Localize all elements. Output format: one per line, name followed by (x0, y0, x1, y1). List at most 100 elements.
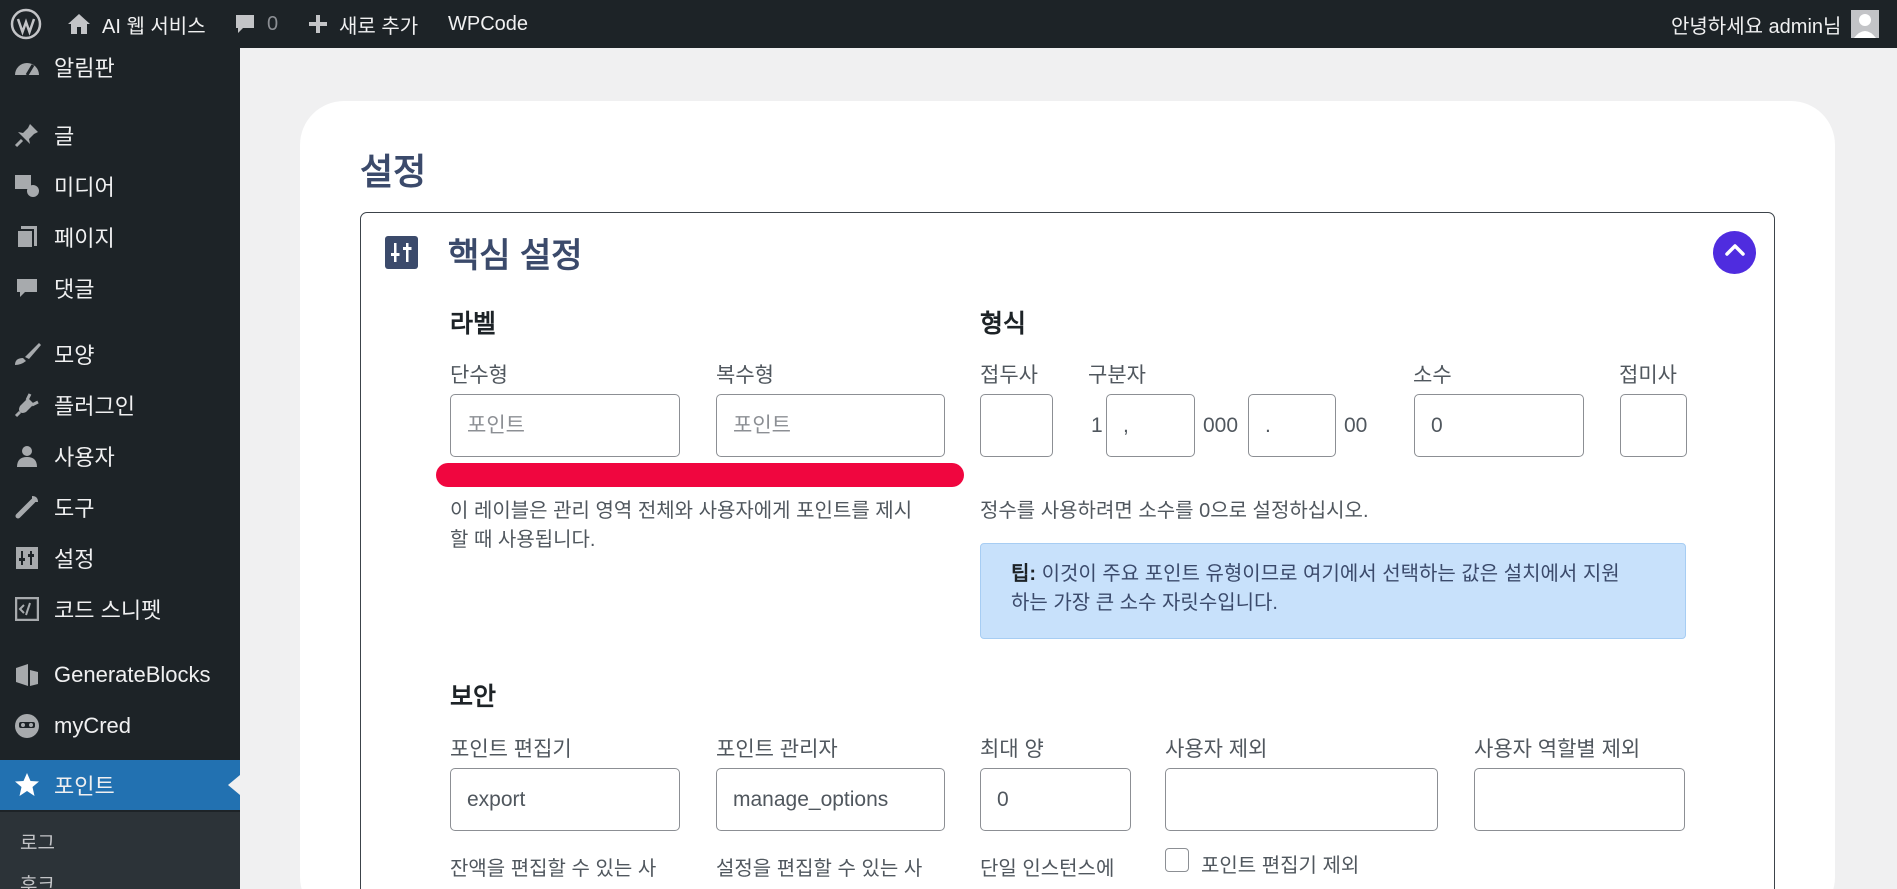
sidebar-item-label: 설정 (54, 547, 95, 572)
sidebar-item-points[interactable]: 포인트 (0, 760, 240, 810)
sidebar-item-label: 플러그인 (54, 394, 135, 419)
pages-icon (13, 224, 41, 250)
section-title: 핵심 설정 (448, 237, 583, 275)
sidebar-item-mycred[interactable]: myCred (0, 701, 240, 751)
labels-description-line1: 이 레이블은 관리 영역 전체와 사용자에게 포인트를 제시 (450, 500, 913, 522)
sidebar-item-label: 포인트 (54, 774, 115, 799)
thousands-separator-input[interactable] (1106, 394, 1195, 457)
new-content-label: 새로 추가 (339, 15, 419, 38)
tip-box: 팁: 이것이 주요 포인트 유형이므로 여기에서 선택하는 값은 설치에서 지원… (980, 543, 1686, 639)
user-icon (13, 443, 41, 469)
decimals-hint: 정수를 사용하려면 소수를 0으로 설정하십시오. (980, 500, 1369, 522)
site-name-link[interactable]: AI 웹 서비스 (66, 0, 206, 48)
sidebar-item-code-snippets[interactable]: 코드 스니펫 (0, 584, 240, 634)
sidebar-item-label: 페이지 (54, 226, 115, 251)
sidebar-item-label: 알림판 (54, 56, 115, 81)
comment-icon (233, 13, 257, 35)
points-submenu: 로그 후크 (0, 812, 240, 889)
red-highlight-mark (436, 463, 964, 487)
sidebar-item-tools[interactable]: 도구 (0, 482, 240, 532)
wpcode-link[interactable]: WPCode (448, 0, 528, 48)
sidebar-item-comments[interactable]: 댓글 (0, 263, 240, 313)
mycred-icon (13, 713, 41, 739)
account-menu[interactable]: 안녕하세요 admin님 (1671, 0, 1880, 48)
format-preview-decimals: 00 (1344, 414, 1368, 437)
format-preview-one: 1 (1091, 414, 1103, 437)
avatar (1851, 10, 1880, 38)
dashboard-icon (13, 54, 41, 80)
max-amount-label: 최대 양 (980, 738, 1044, 761)
sidebar-item-label: myCred (54, 713, 132, 738)
sidebar-item-label: 미디어 (54, 175, 115, 200)
suffix-input[interactable] (1620, 394, 1687, 457)
star-icon (13, 772, 41, 798)
point-admin-label: 포인트 관리자 (716, 738, 838, 761)
sidebar-item-posts[interactable]: 글 (0, 110, 240, 160)
sidebar-item-generateblocks[interactable]: GenerateBlocks (0, 650, 240, 700)
labels-description-line2: 할 때 사용됩니다. (450, 529, 596, 551)
page-title: 설정 (360, 151, 427, 192)
collapse-button[interactable] (1713, 231, 1756, 274)
sidebar-item-media[interactable]: 미디어 (0, 161, 240, 211)
format-preview-thousand: 000 (1203, 414, 1239, 437)
comment-icon (13, 275, 41, 301)
singular-input[interactable] (450, 394, 680, 457)
point-editor-input[interactable] (450, 768, 680, 831)
decimal-separator-input[interactable] (1248, 394, 1336, 457)
sidebar-item-label: 글 (54, 124, 75, 149)
sidebar-item-pages[interactable]: 페이지 (0, 212, 240, 262)
new-content-link[interactable]: 새로 추가 (307, 0, 418, 48)
tip-text-line2: 하는 가장 큰 소수 자릿수입니다. (1011, 592, 1278, 614)
settings-icon (13, 545, 41, 571)
wordpress-logo-icon[interactable] (10, 0, 42, 48)
greeting-text: 안녕하세요 admin님 (1671, 15, 1842, 38)
labels-heading: 라벨 (450, 310, 497, 338)
plugin-icon (13, 392, 41, 418)
admin-bar: AI 웹 서비스 0 새로 추가 WPCode 안녕하세요 admin님 (0, 0, 1897, 48)
sidebar-item-label: 도구 (54, 496, 95, 521)
media-icon (13, 173, 41, 199)
site-name: AI 웹 서비스 (102, 15, 206, 38)
point-admin-input[interactable] (716, 768, 945, 831)
exclude-editor-checkbox[interactable] (1165, 848, 1189, 872)
point-admin-description: 설정을 편집할 수 있는 사 (716, 858, 923, 880)
settings-icon (385, 236, 418, 269)
sidebar-item-label: GenerateBlocks (54, 662, 211, 687)
exclude-roles-input[interactable] (1474, 768, 1685, 831)
format-heading: 형식 (980, 310, 1027, 338)
prefix-input[interactable] (980, 394, 1053, 457)
sidebar-item-appearance[interactable]: 모양 (0, 329, 240, 379)
separator-label: 구분자 (1088, 364, 1146, 387)
exclude-roles-label: 사용자 역할별 제외 (1474, 738, 1641, 761)
submenu-item-hooks[interactable]: 후크 (20, 870, 55, 889)
generateblocks-icon (13, 662, 41, 688)
comments-link[interactable]: 0 (233, 0, 278, 48)
sidebar-item-settings[interactable]: 설정 (0, 533, 240, 583)
code-icon (13, 596, 41, 622)
decimals-input[interactable] (1414, 394, 1584, 457)
sidebar-item-dashboard[interactable]: 알림판 (0, 42, 240, 92)
sidebar-item-users[interactable]: 사용자 (0, 431, 240, 481)
home-icon (66, 12, 92, 36)
security-heading: 보안 (450, 683, 497, 711)
plus-icon (307, 13, 329, 35)
exclude-editor-checkbox-label: 포인트 편집기 제외 (1201, 855, 1360, 877)
sidebar-item-plugins[interactable]: 플러그인 (0, 380, 240, 430)
pin-icon (13, 122, 41, 148)
wrench-icon (13, 494, 41, 520)
plural-input[interactable] (716, 394, 945, 457)
sidebar-item-label: 사용자 (54, 445, 115, 470)
suffix-label: 접미사 (1619, 364, 1677, 387)
tip-text-line1: 이것이 주요 포인트 유형이므로 여기에서 선택하는 값은 설치에서 지원 (1041, 563, 1620, 585)
wpcode-label: WPCode (448, 12, 529, 35)
exclude-users-input[interactable] (1165, 768, 1438, 831)
brush-icon (13, 341, 41, 367)
max-amount-input[interactable] (980, 768, 1131, 831)
singular-label: 단수형 (450, 364, 508, 387)
sidebar-item-label: 코드 스니펫 (54, 598, 162, 623)
chevron-up-icon (1724, 243, 1746, 262)
point-editor-description: 잔액을 편집할 수 있는 사 (450, 858, 657, 880)
comments-count: 0 (267, 12, 279, 35)
sidebar-item-label: 댓글 (54, 277, 95, 302)
submenu-item-log[interactable]: 로그 (20, 828, 55, 855)
